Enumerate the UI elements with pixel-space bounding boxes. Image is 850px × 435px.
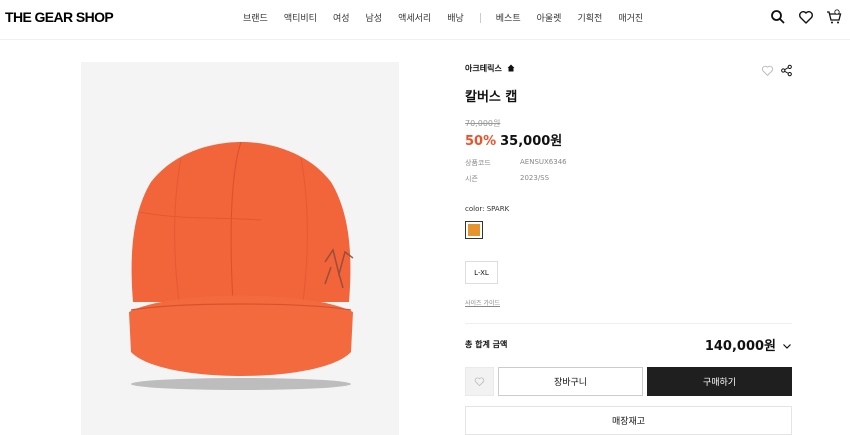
buy-now-button[interactable]: 구매하기	[647, 367, 792, 396]
season-row: 시즌 2023/SS	[465, 174, 549, 184]
sale-price: 35,000원	[500, 134, 563, 149]
meta-value: 2023/SS	[520, 174, 550, 182]
nav-item-accessories[interactable]: 액세서리	[398, 11, 431, 24]
total-amount: 140,000원	[704, 339, 776, 354]
total-label: 총 합계 금액	[465, 340, 508, 349]
total-amount-row[interactable]: 140,000원	[705, 335, 792, 354]
nav-item-magazine[interactable]: 매거진	[618, 11, 643, 24]
size-option[interactable]: L-XL	[465, 261, 498, 284]
brand-name[interactable]: 아크테릭스	[465, 63, 502, 74]
product-code-row: 상품코드 AENSUX6346	[465, 158, 567, 168]
chevron-down-icon	[782, 340, 792, 350]
meta-key: 상품코드	[465, 159, 491, 167]
sale-price-row: 50% 35,000원	[465, 130, 562, 149]
nav-item-women[interactable]: 여성	[333, 11, 350, 24]
original-price: 70,000원	[465, 119, 501, 128]
nav-item-outlet[interactable]: 아울렛	[537, 11, 562, 24]
divider	[465, 323, 792, 324]
search-icon[interactable]	[770, 9, 786, 25]
color-swatch[interactable]	[465, 221, 483, 239]
product-title: 칼버스 캡	[465, 90, 518, 105]
meta-value: AENSUX6346	[520, 158, 567, 166]
nav-item-promotions[interactable]: 기획전	[577, 11, 602, 24]
nav-divider	[479, 12, 481, 23]
wishlist-icon[interactable]	[761, 62, 774, 76]
cap-illustration	[129, 141, 354, 390]
share-icon[interactable]	[780, 62, 793, 77]
site-logo[interactable]: THE GEAR SHOP	[5, 9, 114, 25]
brand-row[interactable]: 아크테릭스	[465, 63, 515, 74]
nav-item-men[interactable]: 남성	[366, 11, 383, 24]
color-label: color: SPARK	[465, 205, 510, 213]
nav-item-brand[interactable]: 브랜드	[243, 11, 268, 24]
swatch-fill	[468, 224, 480, 236]
heart-icon[interactable]	[798, 9, 814, 25]
meta-key: 시즌	[465, 175, 478, 183]
discount-rate: 50%	[465, 134, 497, 149]
site-header: THE GEAR SHOP 브랜드 액티비티 여성 남성 액세서리 배낭 베스트…	[0, 0, 850, 40]
wishlist-button[interactable]	[465, 367, 494, 396]
nav-item-activity[interactable]: 액티비티	[284, 11, 317, 24]
home-icon	[507, 64, 515, 74]
main-nav: 브랜드 액티비티 여성 남성 액세서리 배낭 베스트 아울렛 기획전 매거진	[243, 11, 659, 24]
product-actions	[761, 62, 793, 77]
nav-item-best[interactable]: 베스트	[496, 11, 521, 24]
product-image[interactable]	[81, 62, 399, 435]
header-icons	[770, 9, 842, 25]
heart-icon	[474, 377, 485, 387]
cart-icon[interactable]	[826, 9, 842, 25]
size-guide-link[interactable]: 사이즈 가이드	[465, 298, 500, 307]
nav-item-backpack[interactable]: 배낭	[447, 11, 464, 24]
store-stock-button[interactable]: 매장재고	[465, 406, 792, 435]
add-to-cart-button[interactable]: 장바구니	[498, 367, 643, 396]
